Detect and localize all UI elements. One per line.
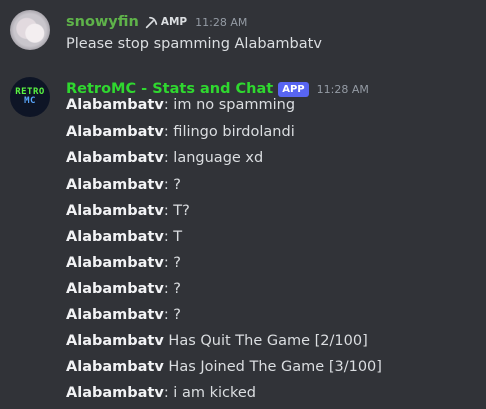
speaker-name: Alabambatv	[66, 203, 164, 219]
chat-line: Alabambatv: language xd	[66, 148, 263, 168]
chat-line: Alabambatv: im no spamming	[66, 95, 295, 115]
speaker-name: Alabambatv	[66, 307, 164, 323]
speaker-name: Alabambatv	[66, 124, 164, 140]
avatar-snowyfin[interactable]	[10, 10, 50, 50]
chat-text: : language xd	[163, 150, 264, 166]
chat-text: : im no spamming	[163, 97, 296, 113]
speaker-name: Alabambatv	[66, 229, 164, 245]
chat-text: : i am kicked	[163, 385, 256, 401]
avatar-retromc[interactable]: RETRO MC	[10, 77, 50, 117]
chat-line: Alabambatv: ?	[66, 175, 181, 195]
chat-line: Alabambatv: ?	[66, 305, 181, 325]
chat-line: Alabambatv: T	[66, 227, 182, 247]
chat-line: Alabambatv: T?	[66, 201, 190, 221]
message-body: Please stop spamming Alabambatv	[66, 36, 322, 52]
speaker-name: Alabambatv	[66, 177, 164, 193]
speaker-name: Alabambatv	[66, 359, 164, 375]
server-tag-label: AMP	[160, 16, 188, 28]
chat-line: Alabambatv Has Quit The Game [2/100]	[66, 331, 368, 351]
chat-text: : filingo birdolandi	[163, 124, 295, 140]
chat-line: Alabambatv: filingo birdolandi	[66, 122, 295, 142]
timestamp[interactable]: 11:28 AM	[195, 16, 247, 29]
chat-text: : T?	[163, 203, 190, 219]
chat-line: Alabambatv: i am kicked	[66, 383, 256, 403]
chat-text: : ?	[163, 307, 182, 323]
speaker-name: Alabambatv	[66, 333, 164, 349]
chat-text: : ?	[163, 177, 182, 193]
message-header: snowyfin AMP 11:28 AM	[66, 12, 247, 32]
speaker-name: Alabambatv	[66, 385, 164, 401]
chat-text: : T	[163, 229, 183, 245]
chat-line: Alabambatv Has Joined The Game [3/100]	[66, 357, 382, 377]
message-retromc: RETRO MC RetroMC - Stats and Chat APP 11…	[0, 77, 486, 409]
pickaxe-icon	[145, 16, 158, 28]
avatar-logo-line-2: MC	[24, 96, 36, 106]
chat-text: : ?	[163, 281, 182, 297]
server-tag[interactable]: AMP	[145, 16, 187, 29]
timestamp[interactable]: 11:28 AM	[317, 83, 369, 96]
chat-line: Alabambatv: ?	[66, 253, 181, 273]
message-snowyfin: snowyfin AMP 11:28 AM Please stop spammi…	[0, 10, 486, 60]
speaker-name: Alabambatv	[66, 281, 164, 297]
chat-text: : ?	[163, 255, 182, 271]
chat-text: Has Quit The Game [2/100]	[163, 333, 368, 349]
chat-text: Has Joined The Game [3/100]	[163, 359, 382, 375]
speaker-name: Alabambatv	[66, 97, 164, 113]
speaker-name: Alabambatv	[66, 150, 164, 166]
username[interactable]: snowyfin	[66, 14, 139, 30]
speaker-name: Alabambatv	[66, 255, 164, 271]
message-text: Please stop spamming Alabambatv	[66, 34, 322, 54]
chat-line: Alabambatv: ?	[66, 279, 181, 299]
